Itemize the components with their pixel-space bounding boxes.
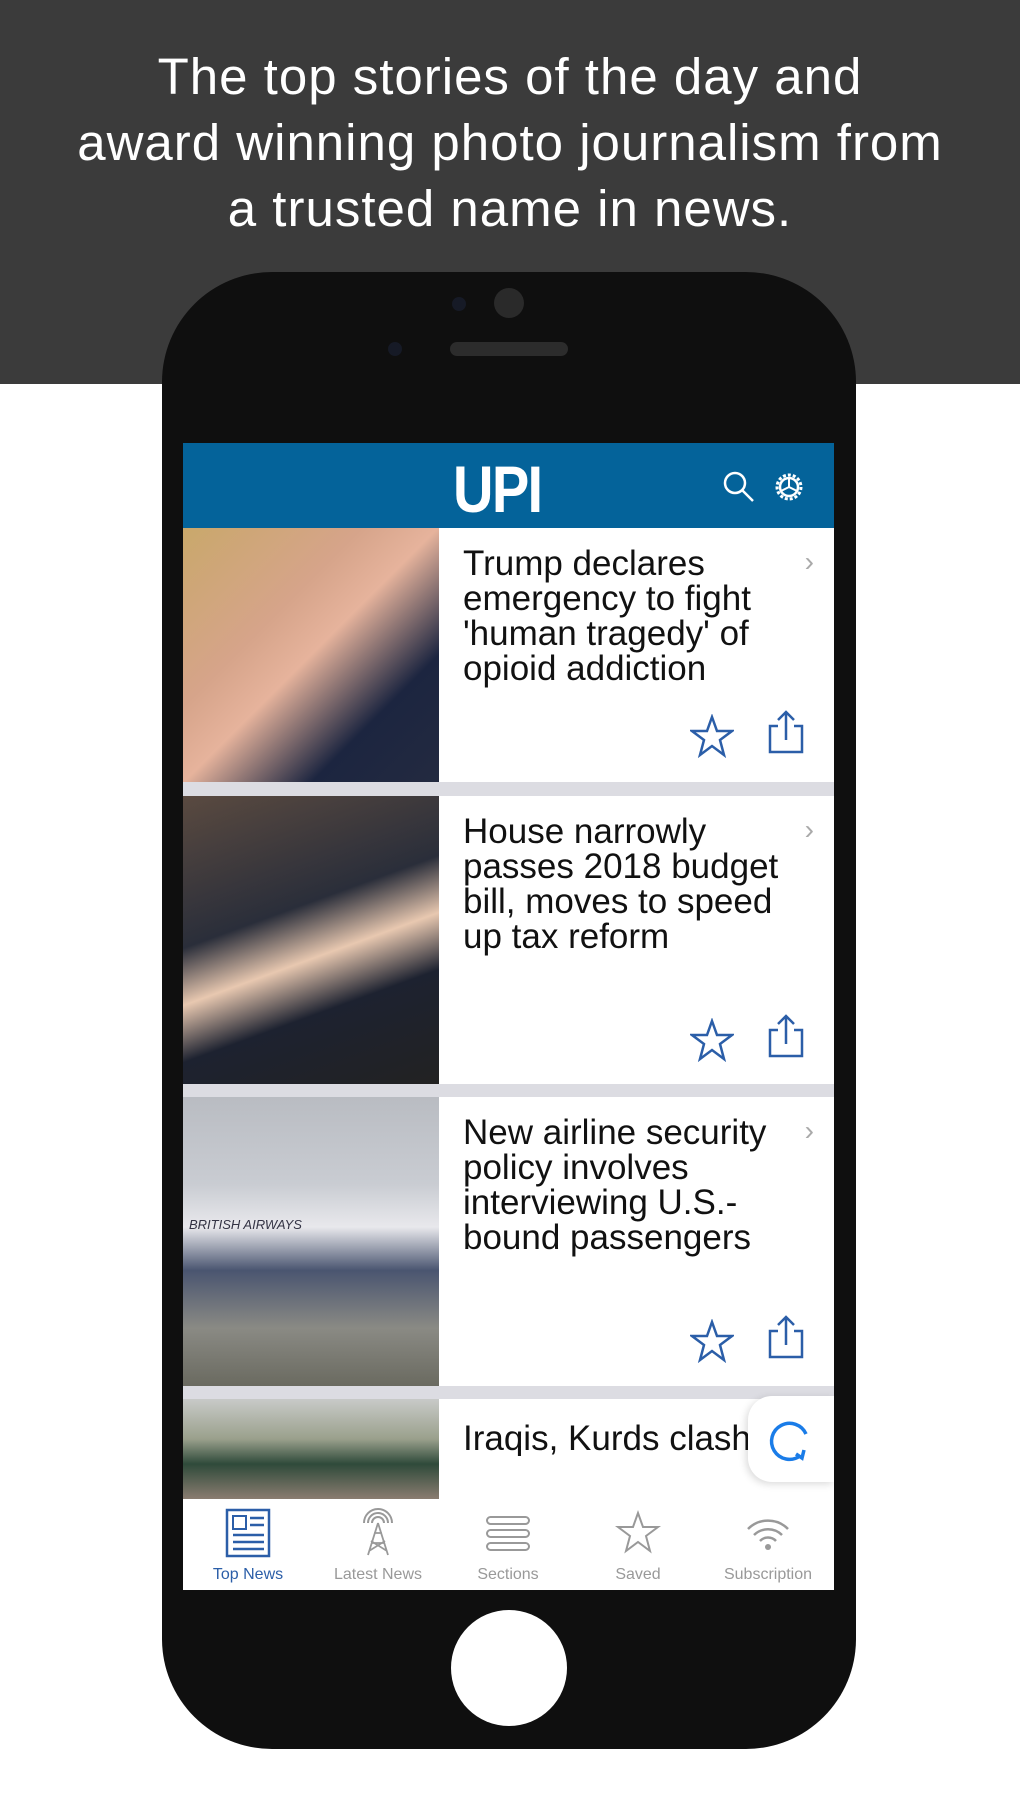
tab-latest-news[interactable]: Latest News — [313, 1499, 443, 1590]
chevron-right-icon: › — [804, 1115, 814, 1146]
tab-bar: Top News Latest News Sections Saved Subs… — [183, 1499, 834, 1590]
antenna-icon — [363, 1508, 393, 1556]
article-photo: BRITISH AIRWAYS — [183, 1097, 439, 1386]
home-button[interactable] — [451, 1610, 567, 1726]
article-photo — [183, 1399, 439, 1499]
app-header: UPI — [183, 443, 834, 528]
tab-label: Saved — [615, 1566, 661, 1583]
gear-icon[interactable] — [771, 469, 807, 505]
share-icon[interactable] — [764, 710, 808, 754]
app-screen: UPI Trump declares emergency to fight 'h… — [183, 443, 834, 1590]
star-icon[interactable] — [690, 1018, 734, 1062]
chevron-right-icon: › — [804, 814, 814, 845]
article-row[interactable]: House narrowly passes 2018 budget bill, … — [183, 796, 834, 1084]
share-icon[interactable] — [764, 1315, 808, 1359]
tab-label: Latest News — [333, 1566, 423, 1583]
tagline-line: The top stories of the day and — [157, 48, 863, 105]
tab-top-news[interactable]: Top News — [183, 1499, 313, 1590]
search-icon[interactable] — [721, 469, 757, 505]
article-photo — [183, 528, 439, 782]
star-icon[interactable] — [690, 714, 734, 758]
share-icon[interactable] — [764, 1014, 808, 1058]
tagline: The top stories of the day and award win… — [0, 44, 1020, 242]
article-row[interactable]: Trump declares emergency to fight 'human… — [183, 528, 834, 782]
tagline-line: award winning photo journalism from — [77, 114, 943, 171]
article-row[interactable]: Iraqis, Kurds clash at key Syria border — [183, 1399, 834, 1499]
tab-label: Subscription — [723, 1566, 813, 1583]
chevron-right-icon: › — [804, 546, 814, 577]
tagline-line: a trusted name in news. — [227, 180, 793, 237]
sensor — [452, 297, 466, 311]
front-camera — [494, 288, 524, 318]
refresh-button[interactable] — [748, 1396, 834, 1482]
photo-text: BRITISH AIRWAYS — [189, 1217, 302, 1232]
article-photo — [183, 796, 439, 1084]
menu-icon — [486, 1516, 530, 1551]
wifi-icon — [747, 1519, 789, 1550]
tab-label: Top News — [212, 1566, 284, 1583]
upi-logo: UPI — [453, 452, 543, 526]
article-headline[interactable]: New airline security policy involves int… — [463, 1115, 793, 1255]
sensor — [388, 342, 402, 356]
tab-label: Sections — [477, 1566, 539, 1583]
article-row[interactable]: BRITISH AIRWAYS New airline security pol… — [183, 1097, 834, 1386]
speaker — [450, 342, 568, 356]
newspaper-icon — [225, 1508, 271, 1558]
tab-saved[interactable]: Saved — [573, 1499, 703, 1590]
tab-sections[interactable]: Sections — [443, 1499, 573, 1590]
refresh-icon — [769, 1421, 808, 1462]
tab-subscription[interactable]: Subscription — [703, 1499, 833, 1590]
star-icon[interactable] — [690, 1319, 734, 1363]
article-headline[interactable]: Trump declares emergency to fight 'human… — [463, 546, 793, 686]
article-headline[interactable]: Iraqis, Kurds clash at key Syria border — [463, 1421, 773, 1456]
star-icon — [615, 1510, 661, 1554]
article-headline[interactable]: House narrowly passes 2018 budget bill, … — [463, 814, 793, 954]
